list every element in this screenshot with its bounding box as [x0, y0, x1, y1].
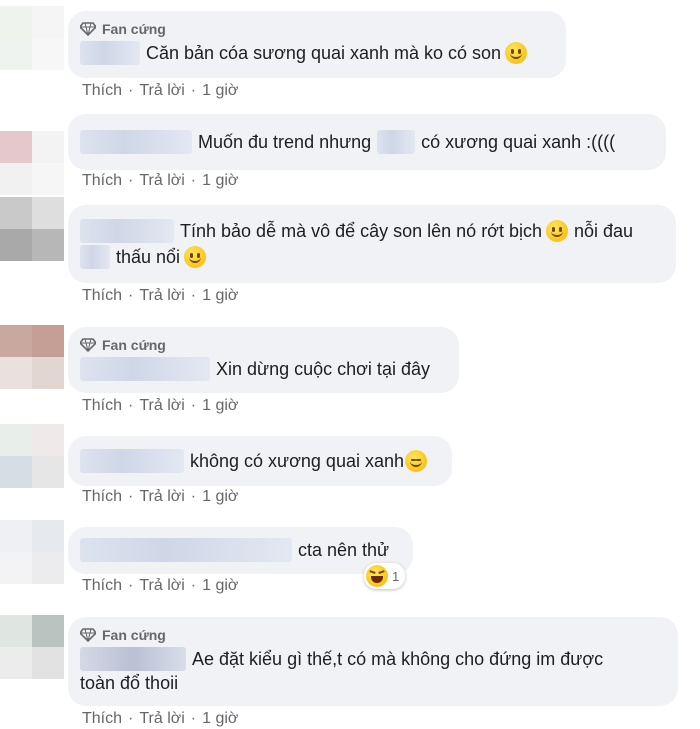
fan-badge-label: Fan cứng: [102, 21, 166, 37]
timestamp[interactable]: 1 giờ: [202, 710, 238, 727]
diamond-icon: [80, 628, 96, 642]
comment-text: toàn đổ thoii: [80, 673, 179, 693]
timestamp[interactable]: 1 giờ: [202, 577, 238, 594]
fan-badge: Fan cứng: [80, 627, 666, 643]
like-link[interactable]: Thích: [82, 172, 122, 189]
timestamp[interactable]: 1 giờ: [202, 82, 238, 99]
avatar[interactable]: [0, 520, 64, 584]
timestamp[interactable]: 1 giờ: [202, 172, 238, 189]
separator: ·: [128, 710, 134, 727]
separator: ·: [128, 397, 134, 414]
comment-actions: Thích · Trả lời · 1 giờ: [82, 710, 238, 728]
comment-text: cta nên thử: [298, 540, 390, 560]
blurred-username[interactable]: [80, 647, 186, 671]
comment-text: có xương quai xanh :((((: [421, 132, 616, 152]
separator: ·: [128, 172, 134, 189]
separator: ·: [190, 172, 197, 189]
like-link[interactable]: Thích: [82, 488, 122, 505]
timestamp[interactable]: 1 giờ: [202, 488, 238, 505]
smile-emoji: [505, 42, 528, 64]
comment-actions: Thích · Trả lời · 1 giờ: [82, 287, 238, 305]
fan-badge-label: Fan cứng: [102, 337, 166, 353]
laugh-reaction-icon: [366, 565, 388, 587]
blurred-username[interactable]: [80, 449, 184, 473]
separator: ·: [190, 577, 197, 594]
reply-link[interactable]: Trả lời: [139, 488, 184, 505]
comment-bubble: cta nên thử: [68, 527, 413, 574]
avatar[interactable]: [0, 424, 64, 488]
comment-actions: Thích · Trả lời · 1 giờ: [82, 172, 238, 190]
comment-bubble: Muốn đu trend nhưng có xương quai xanh :…: [68, 114, 666, 170]
comment-actions: Thích · Trả lời · 1 giờ: [82, 488, 238, 506]
separator: ·: [190, 397, 197, 414]
like-link[interactable]: Thích: [82, 397, 122, 414]
smile-emoji: [546, 220, 569, 242]
like-link[interactable]: Thích: [82, 287, 122, 304]
reply-link[interactable]: Trả lời: [139, 710, 184, 727]
separator: ·: [190, 710, 197, 727]
blurred-username[interactable]: [80, 538, 292, 562]
reply-link[interactable]: Trả lời: [139, 287, 184, 304]
separator: ·: [128, 287, 134, 304]
blurred-username[interactable]: [80, 41, 140, 65]
avatar[interactable]: [0, 6, 64, 70]
comment-text: Tính bảo dễ mà vô để cây son lên nó rớt …: [180, 221, 543, 241]
separator: ·: [128, 577, 134, 594]
like-link[interactable]: Thích: [82, 710, 122, 727]
avatar[interactable]: [0, 131, 64, 195]
smile-emoji: [184, 246, 207, 268]
fan-badge: Fan cứng: [80, 337, 447, 353]
comment-text: không có xương quai xanh: [190, 451, 404, 471]
blurred-word: [377, 130, 416, 154]
reply-link[interactable]: Trả lời: [139, 82, 184, 99]
avatar[interactable]: [0, 325, 64, 389]
like-link[interactable]: Thích: [82, 82, 122, 99]
comment-text: thấu nổi: [116, 247, 181, 267]
comment-bubble: Fan cứng Xin dừng cuộc chơi tại đây: [68, 327, 459, 393]
comment-bubble: Fan cứng Căn bản cóa sương quai xanh mà …: [68, 11, 566, 78]
comment-text: Ae đặt kiểu gì thế,t có mà không cho đứn…: [192, 649, 604, 669]
timestamp[interactable]: 1 giờ: [202, 397, 238, 414]
reaction-count[interactable]: 1: [364, 563, 406, 589]
reply-link[interactable]: Trả lời: [139, 172, 184, 189]
comment-actions: Thích · Trả lời · 1 giờ: [82, 397, 238, 415]
avatar[interactable]: [0, 615, 64, 679]
like-link[interactable]: Thích: [82, 577, 122, 594]
comment-bubble: Tính bảo dễ mà vô để cây son lên nó rớt …: [68, 205, 676, 283]
reply-link[interactable]: Trả lời: [139, 397, 184, 414]
separator: ·: [190, 82, 197, 99]
fan-badge: Fan cứng: [80, 21, 554, 37]
reply-link[interactable]: Trả lời: [139, 577, 184, 594]
comment-text: Xin dừng cuộc chơi tại đây: [216, 359, 430, 379]
relieved-emoji: [405, 450, 427, 472]
blurred-word: [80, 245, 110, 269]
fan-badge-label: Fan cứng: [102, 627, 166, 643]
avatar[interactable]: [0, 197, 64, 261]
diamond-icon: [80, 22, 96, 36]
comment-text: Căn bản cóa sương quai xanh mà ko có son: [146, 43, 502, 63]
comment-actions: Thích · Trả lời · 1 giờ: [82, 82, 238, 100]
blurred-username[interactable]: [80, 357, 210, 381]
separator: ·: [128, 82, 134, 99]
separator: ·: [128, 488, 134, 505]
blurred-username[interactable]: [80, 130, 192, 154]
blurred-username[interactable]: [80, 219, 174, 243]
comment-bubble: Fan cứng Ae đặt kiểu gì thế,t có mà khôn…: [68, 617, 678, 706]
comment-text: nỗi đau: [574, 221, 634, 241]
comment-bubble: không có xương quai xanh: [68, 436, 452, 486]
timestamp[interactable]: 1 giờ: [202, 287, 238, 304]
comment-actions: Thích · Trả lời · 1 giờ: [82, 577, 238, 595]
comment-text: Muốn đu trend nhưng: [198, 132, 372, 152]
diamond-icon: [80, 338, 96, 352]
separator: ·: [190, 488, 197, 505]
separator: ·: [190, 287, 197, 304]
reaction-number: 1: [392, 568, 400, 584]
